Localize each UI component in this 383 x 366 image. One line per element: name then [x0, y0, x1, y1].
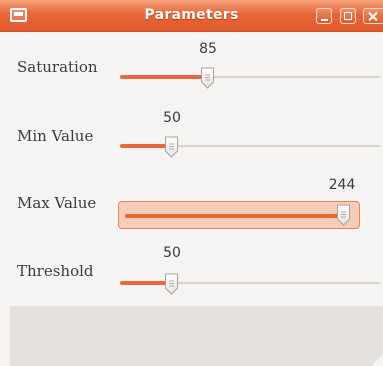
slider-knob[interactable]	[164, 136, 179, 158]
min-value-label: Min Value	[17, 127, 94, 145]
bottom-panel	[10, 306, 383, 366]
max-value-slider[interactable]	[118, 201, 360, 229]
saturation-label: Saturation	[17, 58, 98, 76]
slider-fill	[125, 214, 344, 218]
slider-knob[interactable]	[164, 273, 179, 295]
minimize-icon	[317, 9, 331, 23]
close-button[interactable]	[363, 8, 383, 24]
minimize-button[interactable]	[316, 8, 332, 24]
maximize-icon	[341, 9, 355, 23]
slider-fill	[120, 75, 207, 79]
threshold-slider[interactable]	[120, 273, 380, 295]
close-icon	[364, 9, 383, 23]
maximize-button[interactable]	[340, 8, 356, 24]
threshold-value: 50	[163, 245, 181, 261]
saturation-slider[interactable]	[120, 67, 380, 89]
parameters-window: Parameters Saturation 85 Min Value 50 Ma…	[0, 0, 383, 366]
max-value-label: Max Value	[17, 194, 97, 212]
resize-grip-icon[interactable]	[371, 354, 383, 366]
slider-knob[interactable]	[336, 204, 351, 226]
min-value-value: 50	[163, 110, 181, 126]
threshold-label: Threshold	[17, 262, 94, 280]
title-bar[interactable]: Parameters	[0, 0, 383, 32]
slider-knob[interactable]	[200, 67, 215, 89]
max-value-value: 244	[328, 177, 356, 193]
saturation-value: 85	[199, 41, 217, 57]
min-value-slider[interactable]	[120, 136, 380, 158]
